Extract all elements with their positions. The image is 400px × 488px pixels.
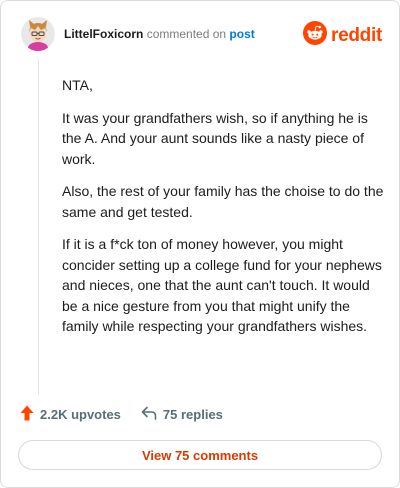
reply-arrow-icon bbox=[141, 406, 163, 423]
replies-stat[interactable]: 75 replies bbox=[141, 406, 223, 423]
avatar-icon[interactable] bbox=[21, 17, 55, 51]
upvotes-stat[interactable]: 2.2K upvotes bbox=[20, 405, 121, 424]
reddit-wordmark: reddit bbox=[331, 24, 382, 46]
comment-paragraph: If it is a f*ck ton of money however, yo… bbox=[62, 236, 382, 334]
reddit-logo[interactable]: reddit bbox=[303, 21, 382, 50]
upvotes-count: 2.2K upvotes bbox=[40, 407, 121, 422]
replies-count: 75 replies bbox=[162, 407, 223, 422]
post-link[interactable]: post bbox=[229, 27, 254, 41]
comment-header: LittelFoxicorn commented on post bbox=[21, 17, 255, 51]
view-comments-button[interactable]: View 75 comments bbox=[18, 440, 382, 470]
action-text: commented on bbox=[146, 27, 227, 41]
comment-footer: 2.2K upvotes 75 replies bbox=[20, 405, 223, 424]
comment-card: LittelFoxicorn commented on post reddit … bbox=[0, 0, 400, 488]
username-link[interactable]: LittelFoxicorn bbox=[64, 27, 143, 41]
comment-body: NTA, It was your grandfathers wish, so i… bbox=[62, 75, 384, 349]
comment-paragraph: Also, the rest of your family has the ch… bbox=[62, 183, 384, 220]
reddit-snoo-icon bbox=[303, 21, 328, 50]
upvote-arrow-icon bbox=[20, 405, 40, 424]
thread-line bbox=[38, 59, 39, 395]
comment-meta: LittelFoxicorn commented on post bbox=[64, 27, 255, 41]
comment-paragraph: NTA, bbox=[62, 77, 93, 93]
comment-paragraph: It was your grandfathers wish, so if any… bbox=[62, 109, 368, 167]
